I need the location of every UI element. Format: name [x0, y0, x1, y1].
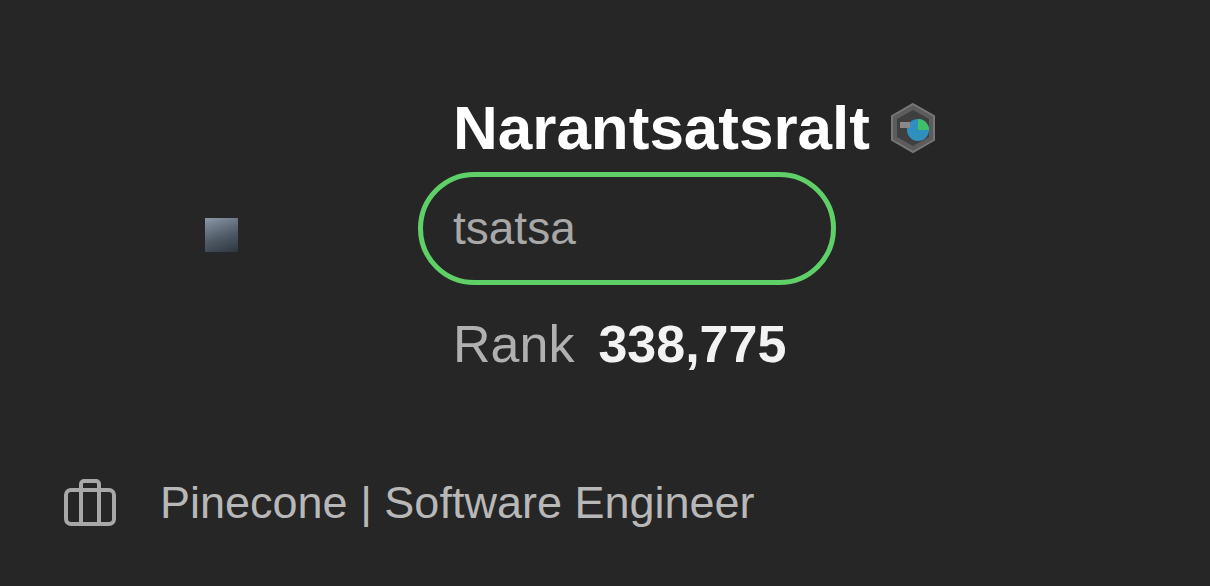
username-highlight: tsatsa — [418, 172, 836, 285]
profile-header: Narantsatsralt tsatsa Rank 338,775 — [0, 94, 1210, 376]
name-row: Narantsatsralt — [453, 94, 938, 162]
briefcase-icon — [62, 478, 118, 528]
rank-value: 338,775 — [598, 313, 786, 375]
display-name: Narantsatsralt — [453, 94, 870, 162]
username: tsatsa — [453, 202, 576, 254]
company-row: Pinecone | Software Engineer — [0, 476, 1210, 530]
profile-card: Narantsatsralt tsatsa Rank 338,775 Pinec… — [0, 0, 1210, 586]
badge-icon[interactable] — [888, 102, 938, 154]
rank-row: Rank 338,775 — [453, 313, 786, 375]
rank-label: Rank — [453, 313, 574, 375]
profile-info: Narantsatsralt tsatsa Rank 338,775 — [418, 94, 938, 376]
avatar-column — [0, 218, 418, 252]
avatar-image[interactable] — [205, 218, 238, 252]
company-text: Pinecone | Software Engineer — [160, 476, 755, 530]
